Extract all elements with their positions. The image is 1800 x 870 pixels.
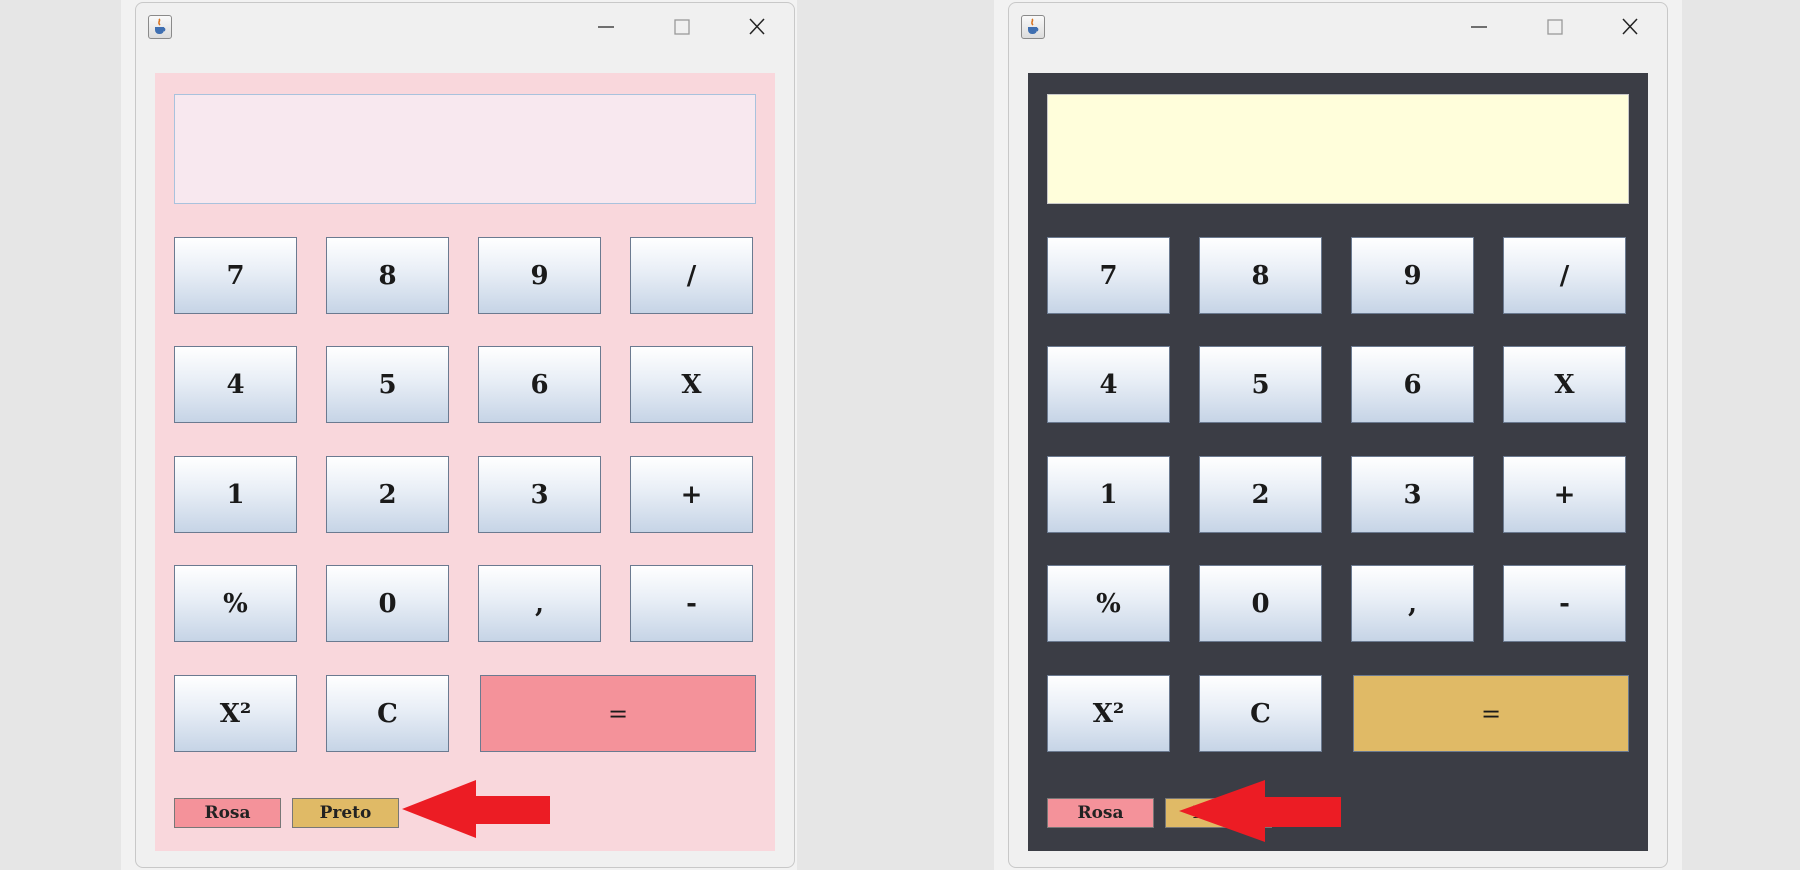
equals-button[interactable]: = <box>1353 675 1629 752</box>
digit-6-button[interactable]: 6 <box>1351 346 1474 423</box>
digit-3-button[interactable]: 3 <box>1351 456 1474 533</box>
minimize-icon[interactable] <box>590 13 622 41</box>
digit-5-button[interactable]: 5 <box>326 346 449 423</box>
minus-button[interactable]: - <box>630 565 753 642</box>
digit-1-button[interactable]: 1 <box>1047 456 1170 533</box>
digit-6-button[interactable]: 6 <box>478 346 601 423</box>
digit-1-button[interactable]: 1 <box>174 456 297 533</box>
digit-0-button[interactable]: 0 <box>1199 565 1322 642</box>
left-pointing-arrow-annotation <box>402 780 550 838</box>
digit-0-button[interactable]: 0 <box>326 565 449 642</box>
digit-9-button[interactable]: 9 <box>478 237 601 314</box>
minimize-icon[interactable] <box>1463 13 1495 41</box>
digit-2-button[interactable]: 2 <box>1199 456 1322 533</box>
title-bar[interactable] <box>1009 3 1667 53</box>
rosa-theme-button[interactable]: Rosa <box>174 798 281 828</box>
left-pointing-arrow-annotation <box>1179 780 1341 842</box>
display-field[interactable] <box>174 94 756 204</box>
calculator-panel: 789/456X123+%0,-X²C = Rosa Preto <box>1028 73 1648 851</box>
minus-button[interactable]: - <box>1503 565 1626 642</box>
java-app-icon[interactable] <box>148 15 172 39</box>
rosa-theme-button[interactable]: Rosa <box>1047 798 1154 828</box>
calculator-window-rosa: 7 8 9 / 4 5 6 X 1 2 3 +% 0, - X² C = Rosa Preto <box>135 2 795 868</box>
digit-8-button[interactable]: 8 <box>326 237 449 314</box>
display-field[interactable] <box>1047 94 1629 204</box>
digit-2-button[interactable]: 2 <box>326 456 449 533</box>
calculator-window-preto: 789/456X123+%0,-X²C = Rosa Preto <box>1008 2 1668 868</box>
digit-4-button[interactable]: 4 <box>174 346 297 423</box>
digit-7-button[interactable]: 7 <box>1047 237 1170 314</box>
multiply-button[interactable]: X <box>630 346 753 423</box>
digit-5-button[interactable]: 5 <box>1199 346 1322 423</box>
decimal-comma-button[interactable]: , <box>1351 565 1474 642</box>
digit-9-button[interactable]: 9 <box>1351 237 1474 314</box>
java-app-icon[interactable] <box>1021 15 1045 39</box>
plus-button[interactable]: + <box>1503 456 1626 533</box>
digit-3-button[interactable]: 3 <box>478 456 601 533</box>
decimal-comma-button[interactable]: , <box>478 565 601 642</box>
digit-8-button[interactable]: 8 <box>1199 237 1322 314</box>
clear-button[interactable]: C <box>1199 675 1322 752</box>
multiply-button[interactable]: X <box>1503 346 1626 423</box>
divide-button[interactable]: / <box>630 237 753 314</box>
square-button[interactable]: X² <box>1047 675 1170 752</box>
title-bar[interactable] <box>136 3 794 53</box>
divide-button[interactable]: / <box>1503 237 1626 314</box>
calculator-panel: 789 / 456X 123 +% 0,- X² C = Rosa Preto <box>155 73 775 851</box>
digit-7-button[interactable]: 7 <box>174 237 297 314</box>
percent-button[interactable]: % <box>174 565 297 642</box>
digit-4-button[interactable]: 4 <box>1047 346 1170 423</box>
preto-theme-button[interactable]: Preto <box>292 798 399 828</box>
close-icon[interactable] <box>1614 13 1646 41</box>
equals-button[interactable]: = <box>480 675 756 752</box>
close-icon[interactable] <box>741 13 773 41</box>
maximize-icon[interactable] <box>666 13 698 41</box>
plus-button[interactable]: + <box>630 456 753 533</box>
square-button[interactable]: X² <box>174 675 297 752</box>
percent-button[interactable]: % <box>1047 565 1170 642</box>
clear-button[interactable]: C <box>326 675 449 752</box>
maximize-icon[interactable] <box>1539 13 1571 41</box>
